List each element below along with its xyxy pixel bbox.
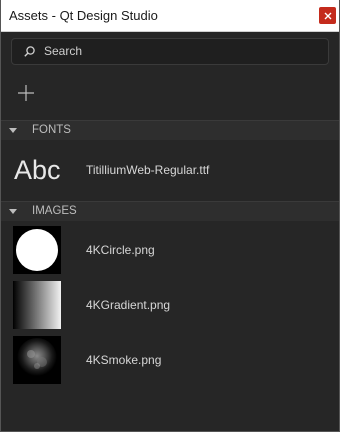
- title-bar[interactable]: Assets - Qt Design Studio: [1, 0, 339, 32]
- close-icon: [324, 12, 331, 19]
- section-label-fonts: FONTS: [32, 124, 71, 136]
- close-button[interactable]: [319, 7, 336, 24]
- window-title: Assets - Qt Design Studio: [9, 8, 158, 23]
- font-preview[interactable]: Abc: [14, 155, 61, 186]
- search-field[interactable]: Search: [11, 38, 329, 65]
- search-placeholder: Search: [44, 44, 83, 58]
- add-asset-button[interactable]: [16, 83, 36, 103]
- section-label-images: IMAGES: [32, 205, 77, 217]
- search-icon: [24, 46, 35, 57]
- asset-item-4ksmoke[interactable]: 4KSmoke.png: [1, 336, 339, 388]
- asset-file-name: 4KCircle.png: [86, 243, 155, 257]
- section-header-images[interactable]: IMAGES: [1, 201, 339, 221]
- circle-thumbnail: [13, 226, 61, 274]
- section-header-fonts[interactable]: FONTS: [1, 120, 339, 140]
- chevron-down-icon: [9, 209, 17, 214]
- gradient-thumbnail: [13, 281, 61, 329]
- asset-item-4kgradient[interactable]: 4KGradient.png: [1, 281, 339, 333]
- asset-item-4kcircle[interactable]: 4KCircle.png: [1, 226, 339, 278]
- assets-window: Assets - Qt Design Studio Search FONTS A…: [0, 0, 340, 432]
- font-file-name[interactable]: TitilliumWeb-Regular.ttf: [86, 163, 209, 177]
- chevron-down-icon: [9, 128, 17, 133]
- asset-file-name: 4KSmoke.png: [86, 353, 162, 367]
- asset-file-name: 4KGradient.png: [86, 298, 171, 312]
- smoke-thumbnail: [13, 336, 61, 384]
